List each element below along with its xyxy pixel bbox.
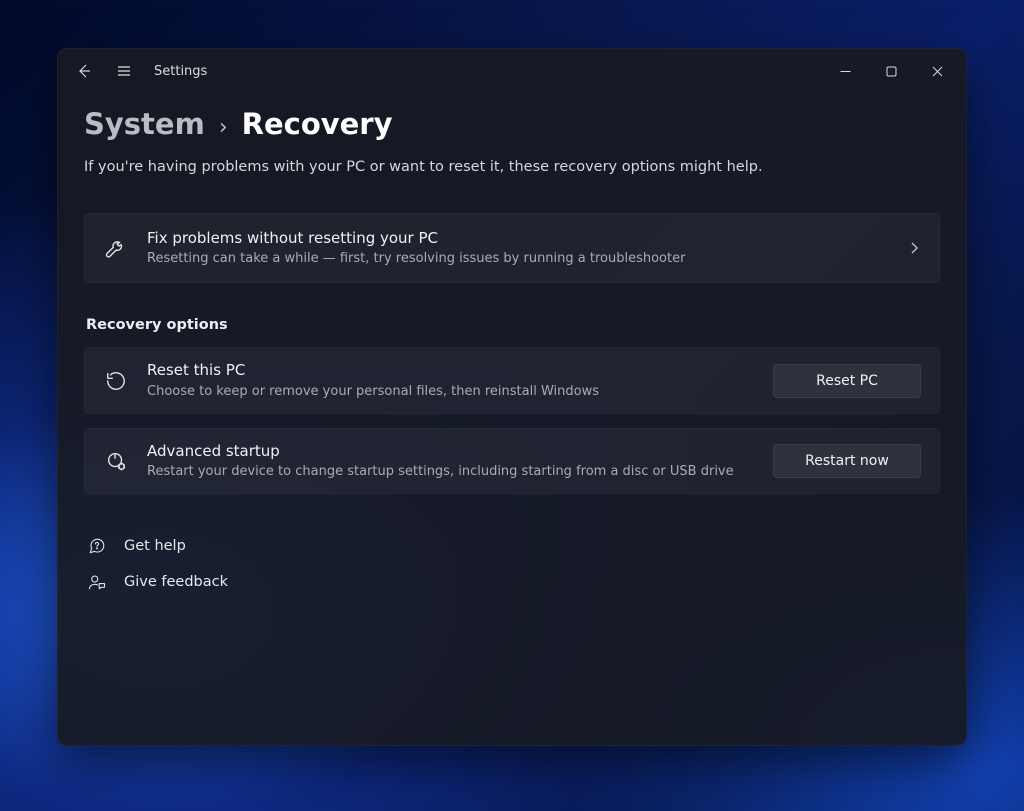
card-text: Fix problems without resetting your PC R… [147,228,889,268]
nav-menu-button[interactable] [104,51,144,91]
give-feedback-link[interactable]: Give feedback [84,564,940,600]
window-controls [822,49,960,93]
intro-text: If you're having problems with your PC o… [84,159,940,175]
advanced-startup-card: Advanced startup Restart your device to … [84,428,940,494]
recovery-options-header: Recovery options [86,317,940,333]
feedback-icon [86,571,108,593]
breadcrumb-parent[interactable]: System [84,107,205,141]
chevron-right-icon [907,241,921,255]
back-button[interactable] [64,51,104,91]
maximize-button[interactable] [868,49,914,93]
arrow-left-icon [76,63,92,79]
fix-problems-card[interactable]: Fix problems without resetting your PC R… [84,213,940,283]
close-icon [932,66,943,77]
app-title: Settings [154,64,207,79]
card-title: Advanced startup [147,441,755,461]
help-icon [86,535,108,557]
title-bar: Settings [58,49,966,93]
content-area: System › Recovery If you're having probl… [58,93,966,745]
maximize-icon [886,66,897,77]
card-title: Fix problems without resetting your PC [147,228,889,248]
link-label: Get help [124,538,186,554]
settings-window: Settings System › Recovery If you're hav… [57,48,967,746]
link-label: Give feedback [124,574,228,590]
get-help-link[interactable]: Get help [84,528,940,564]
page-title: Recovery [242,107,393,141]
breadcrumb: System › Recovery [84,107,940,141]
footer-links: Get help Give feedback [84,528,940,600]
minimize-icon [840,66,851,77]
hamburger-icon [116,63,132,79]
chevron-right-icon: › [219,115,228,140]
card-subtitle: Restart your device to change startup se… [147,463,755,481]
reset-icon [103,368,129,394]
card-title: Reset this PC [147,360,755,380]
restart-now-button[interactable]: Restart now [773,444,921,478]
card-text: Reset this PC Choose to keep or remove y… [147,360,755,400]
card-subtitle: Choose to keep or remove your personal f… [147,383,755,401]
close-button[interactable] [914,49,960,93]
wrench-icon [103,235,129,261]
card-text: Advanced startup Restart your device to … [147,441,755,481]
power-settings-icon [103,448,129,474]
reset-pc-button[interactable]: Reset PC [773,364,921,398]
reset-pc-card: Reset this PC Choose to keep or remove y… [84,347,940,413]
minimize-button[interactable] [822,49,868,93]
card-subtitle: Resetting can take a while — first, try … [147,250,889,268]
